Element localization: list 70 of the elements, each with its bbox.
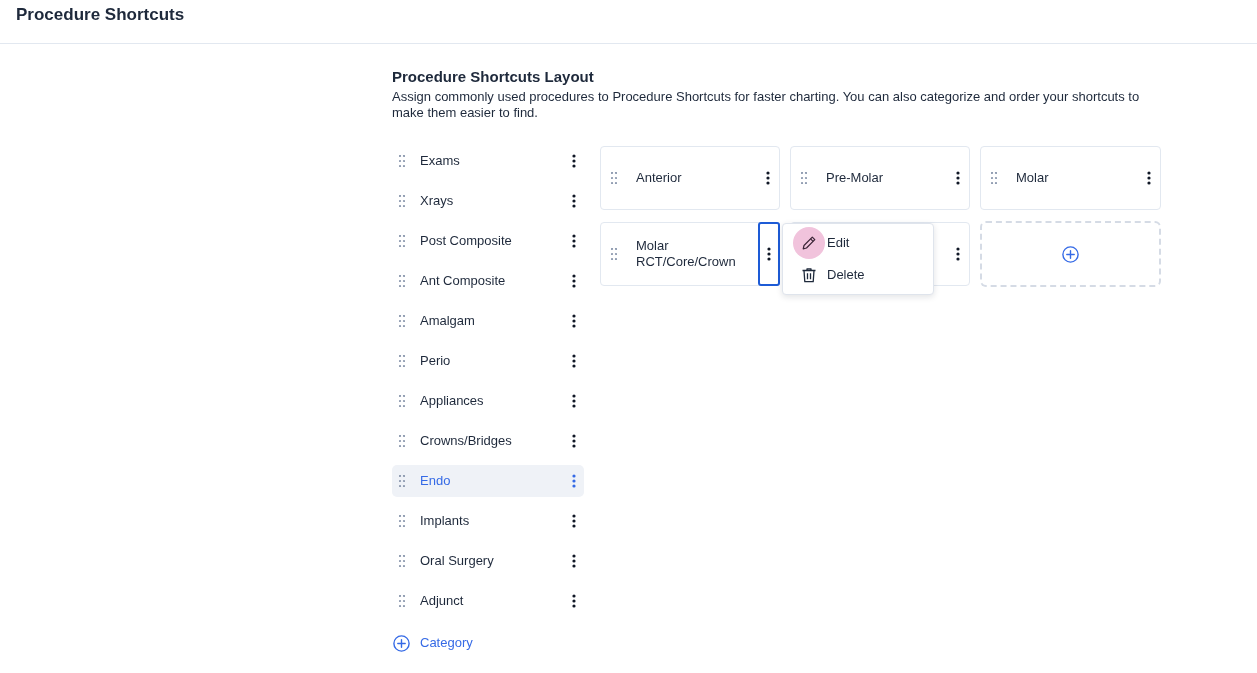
kebab-icon xyxy=(572,154,576,168)
drag-handle-icon xyxy=(399,235,405,247)
kebab-icon xyxy=(956,171,960,185)
kebab-icon xyxy=(572,434,576,448)
category-label: Amalgam xyxy=(420,312,476,331)
drag-handle-icon xyxy=(399,475,405,487)
kebab-icon xyxy=(572,354,576,368)
menu-item[interactable]: Delete xyxy=(783,259,933,291)
drag-handle-icon xyxy=(399,555,405,567)
category-label: Adjunct xyxy=(420,592,465,611)
shortcut-label: Pre-Molar xyxy=(826,170,885,186)
drag-handle-icon xyxy=(399,355,405,367)
category-label: Exams xyxy=(420,152,461,171)
category-item[interactable]: Perio xyxy=(392,345,584,377)
category-item[interactable]: Crowns/Bridges xyxy=(392,425,584,457)
description-text: Assign commonly used procedures to Procedure Shortcuts for faster charting. You can also categorize and order your shortcuts to make them easier to find. xyxy=(392,89,1141,121)
category-label: Oral Surgery xyxy=(420,552,495,571)
kebab-icon xyxy=(572,274,576,288)
kebab-icon xyxy=(572,194,576,208)
kebab-icon xyxy=(572,554,576,568)
kebab-icon xyxy=(572,234,576,248)
kebab-icon xyxy=(572,594,576,608)
plus-circle-icon xyxy=(1062,245,1079,263)
plus-circle-icon xyxy=(393,634,410,652)
drag-handle-icon xyxy=(399,195,405,207)
drag-handle-icon xyxy=(801,172,807,184)
drag-handle-icon xyxy=(611,172,617,184)
category-label: Implants xyxy=(420,512,471,531)
category-label: Ant Composite xyxy=(420,272,507,291)
category-item[interactable]: Xrays xyxy=(392,185,584,217)
drag-handle-icon xyxy=(611,248,617,260)
category-label: Perio xyxy=(420,352,452,371)
category-item[interactable]: Endo xyxy=(392,465,584,497)
more-button[interactable] xyxy=(758,222,780,286)
category-item[interactable]: Amalgam xyxy=(392,305,584,337)
kebab-icon xyxy=(572,514,576,528)
category-item[interactable]: Adjunct xyxy=(392,585,584,617)
kebab-icon xyxy=(766,171,770,185)
drag-handle-icon xyxy=(399,595,405,607)
drag-handle-icon xyxy=(399,395,405,407)
category-item[interactable]: Oral Surgery xyxy=(392,545,584,577)
category-item[interactable]: Appliances xyxy=(392,385,584,417)
drag-handle-icon xyxy=(991,172,997,184)
drag-handle-icon xyxy=(399,315,405,327)
shortcut-label: Molar xyxy=(1016,170,1050,186)
kebab-icon xyxy=(572,394,576,408)
drag-handle-icon xyxy=(399,515,405,527)
shortcut-label: Anterior xyxy=(636,170,683,186)
category-item[interactable]: Exams xyxy=(392,145,584,177)
category-label: Crowns/Bridges xyxy=(420,432,513,451)
shortcut-label: Molar RCT/Core/Crown xyxy=(636,238,737,270)
drag-handle-icon xyxy=(399,435,405,447)
kebab-icon xyxy=(956,247,960,261)
category-label: Post Composite xyxy=(420,232,513,251)
category-label: Xrays xyxy=(420,192,455,211)
drag-handle-icon xyxy=(399,275,405,287)
kebab-icon xyxy=(767,247,771,261)
add-category-button[interactable]: Category xyxy=(392,631,477,655)
menu-item[interactable]: Edit xyxy=(783,227,933,259)
kebab-icon xyxy=(572,474,576,488)
page-title: Procedure Shortcuts xyxy=(16,5,185,25)
section-heading: Procedure Shortcuts Layout xyxy=(392,67,594,87)
category-item[interactable]: Implants xyxy=(392,505,584,537)
kebab-icon xyxy=(572,314,576,328)
category-label: Appliances xyxy=(420,392,485,411)
category-item[interactable]: Post Composite xyxy=(392,225,584,257)
drag-handle-icon xyxy=(399,155,405,167)
kebab-icon xyxy=(1147,171,1151,185)
category-label: Endo xyxy=(420,472,452,491)
category-item[interactable]: Ant Composite xyxy=(392,265,584,297)
